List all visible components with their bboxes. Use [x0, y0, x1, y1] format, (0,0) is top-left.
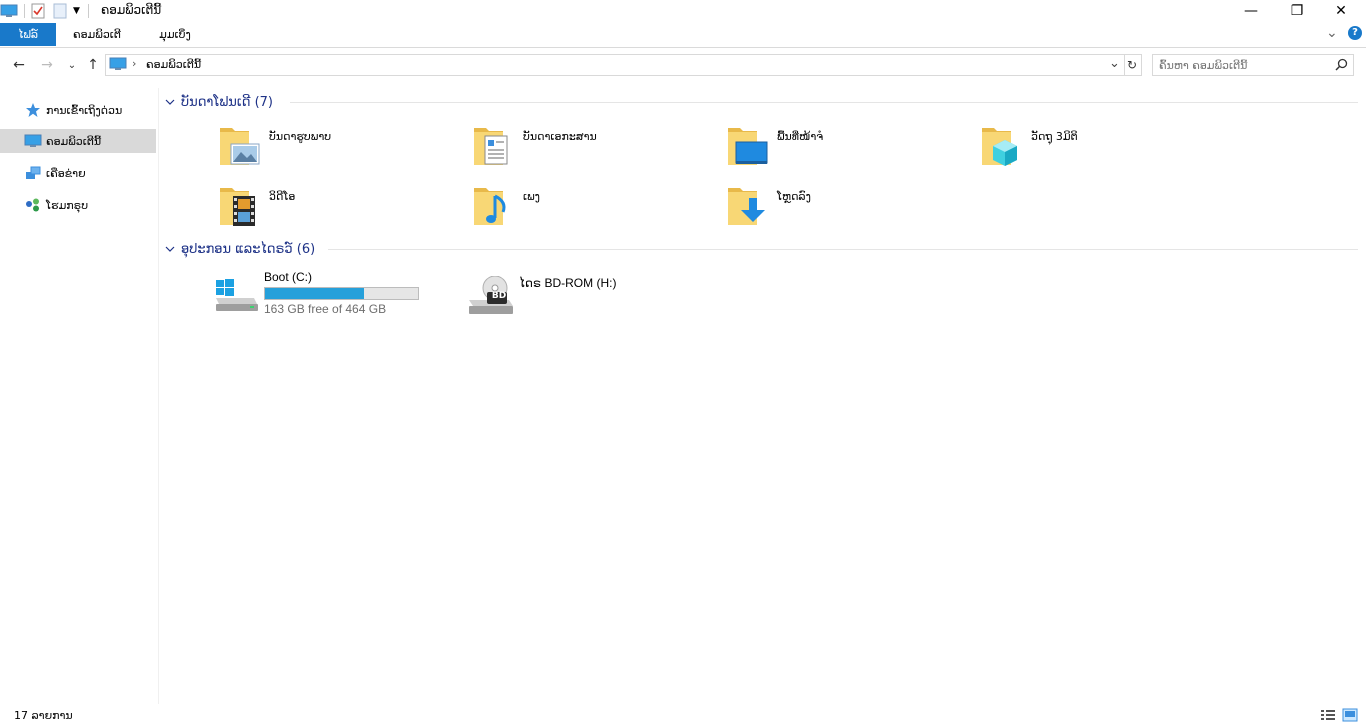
status-bar: 17 ລາຍການ	[0, 704, 1366, 726]
sidebar-item-this-pc[interactable]: ຄອມພິວເຕີນີ້	[0, 129, 156, 153]
group-divider	[328, 249, 1358, 250]
folder-label: ບັນດາເອກະສານ	[523, 130, 597, 143]
desktop-folder-icon	[728, 128, 768, 165]
item-count: 17 ລາຍການ	[14, 709, 73, 722]
sidebar-item-network[interactable]: ເຄືອຂ່າຍ	[0, 161, 156, 185]
customize-toolbar-icon[interactable]: ▼	[73, 6, 80, 16]
quick-access-toolbar: ▼	[0, 2, 89, 20]
folder-label: ໂຫຼດລົງ	[777, 190, 811, 203]
window-title: ຄອມພິວເຕີນີ້	[101, 3, 162, 17]
downloads-folder-icon	[728, 188, 765, 225]
pictures-folder-icon	[220, 128, 260, 165]
sidebar-item-label: ໂຮມກຣຸບ	[46, 198, 89, 212]
up-button[interactable]: ↑	[84, 56, 102, 74]
refresh-button[interactable]: ↻	[1123, 54, 1142, 76]
recent-locations-button[interactable]: ⌄	[63, 56, 81, 74]
bd-badge: BD	[491, 291, 507, 301]
homegroup-icon	[24, 197, 42, 213]
computer-icon	[0, 4, 18, 18]
drive-usage-fill	[265, 288, 365, 299]
windows-drive-icon	[216, 279, 258, 311]
new-folder-icon[interactable]	[53, 3, 67, 19]
breadcrumb-item[interactable]: ຄອມພິວເຕີນີ້	[146, 58, 201, 71]
tab-view[interactable]: ມຸມເບິ່ງ	[138, 23, 212, 46]
folder-tile-music[interactable]: ເພງ	[473, 184, 713, 240]
chevron-down-icon[interactable]	[165, 244, 177, 255]
drive-tile-h[interactable]: BD ໄດຣ BD-ROM (H:)	[469, 276, 689, 332]
details-view-icon[interactable]	[1320, 709, 1336, 724]
search-box[interactable]	[1152, 54, 1354, 76]
group-divider	[290, 102, 1358, 103]
folder-tile-3d-objects[interactable]: ວັດຖຸ 3ມິຕິ	[981, 124, 1221, 180]
navigation-pane: ການເຂົ້າເຖິງດ່ວນ ຄອມພິວເຕີນີ້ ເຄືອຂ່າຍ ໂ…	[0, 88, 159, 704]
minimize-button[interactable]: —	[1228, 0, 1274, 22]
music-folder-icon	[474, 188, 506, 225]
drive-label: ໄດຣ BD-ROM (H:)	[519, 276, 617, 290]
folder-label: ເພງ	[523, 190, 540, 203]
videos-folder-icon	[220, 188, 255, 226]
expand-ribbon-icon[interactable]: ⌄	[1326, 25, 1340, 41]
computer-icon	[24, 134, 42, 148]
computer-icon	[109, 57, 127, 74]
group-header-drives[interactable]: ອຸປະກອນ ແລະໄດຣວ໌ (6)	[165, 239, 315, 259]
ribbon-tabs: ໄຟລ໌ ຄອມພິວເຕີ ມຸມເບິ່ງ ⌄ ?	[0, 22, 1366, 48]
folder-label: ພື້ນທີ່ໜ້າຈໍ	[777, 130, 824, 143]
title-bar: ▼ ຄອມພິວເຕີນີ້ — ❐ ✕	[0, 0, 1366, 22]
sidebar-item-label: ຄອມພິວເຕີນີ້	[46, 134, 102, 148]
maximize-button[interactable]: ❐	[1274, 0, 1320, 22]
group-title: ອຸປະກອນ ແລະໄດຣວ໌ (6)	[181, 241, 316, 257]
tab-file[interactable]: ໄຟລ໌	[0, 23, 56, 46]
group-title: ບັນດາໂຟນເດີ (7)	[181, 94, 273, 110]
documents-folder-icon	[474, 128, 508, 165]
help-icon[interactable]: ?	[1348, 26, 1362, 40]
drive-usage-bar	[264, 287, 419, 300]
tab-computer[interactable]: ຄອມພິວເຕີ	[60, 23, 134, 46]
search-input[interactable]	[1153, 55, 1329, 75]
3d-objects-folder-icon	[982, 128, 1017, 166]
sidebar-item-label: ເຄືອຂ່າຍ	[46, 166, 86, 180]
folder-tile-pictures[interactable]: ບັນດາຮູບພາບ	[219, 124, 459, 180]
close-button[interactable]: ✕	[1318, 0, 1364, 22]
address-dropdown-icon[interactable]: ⌄	[1109, 56, 1120, 71]
folder-tile-documents[interactable]: ບັນດາເອກະສານ	[473, 124, 713, 180]
chevron-down-icon[interactable]	[165, 97, 177, 108]
network-icon	[24, 165, 42, 181]
group-header-folders[interactable]: ບັນດາໂຟນເດີ (7)	[165, 92, 273, 112]
folder-label: ວັດຖຸ 3ມິຕິ	[1031, 130, 1078, 143]
star-icon	[24, 102, 42, 118]
sidebar-item-quick-access[interactable]: ການເຂົ້າເຖິງດ່ວນ	[0, 98, 156, 122]
search-icon[interactable]	[1335, 58, 1348, 74]
properties-icon[interactable]	[31, 3, 45, 19]
folder-label: ບັນດາຮູບພາບ	[269, 130, 332, 143]
folder-tile-desktop[interactable]: ພື້ນທີ່ໜ້າຈໍ	[727, 124, 967, 180]
breadcrumb-separator[interactable]: ›	[132, 57, 136, 70]
folder-tile-videos[interactable]: ວິດີໂອ	[219, 184, 459, 240]
drive-free-space: 163 GB free of 464 GB	[264, 302, 387, 316]
large-icons-view-icon[interactable]	[1342, 708, 1358, 725]
address-bar[interactable]: › ຄອມພິວເຕີນີ້ ⌄	[105, 54, 1125, 76]
sidebar-item-homegroup[interactable]: ໂຮມກຣຸບ	[0, 193, 156, 217]
forward-button[interactable]: →	[38, 56, 56, 74]
folder-label: ວິດີໂອ	[269, 190, 296, 203]
drive-label: Boot (C:)	[264, 270, 313, 284]
folder-tile-downloads[interactable]: ໂຫຼດລົງ	[727, 184, 967, 240]
back-button[interactable]: ←	[10, 56, 28, 74]
drive-tile-c[interactable]: Boot (C:) 163 GB free of 464 GB	[214, 270, 434, 326]
sidebar-item-label: ການເຂົ້າເຖິງດ່ວນ	[46, 103, 123, 117]
